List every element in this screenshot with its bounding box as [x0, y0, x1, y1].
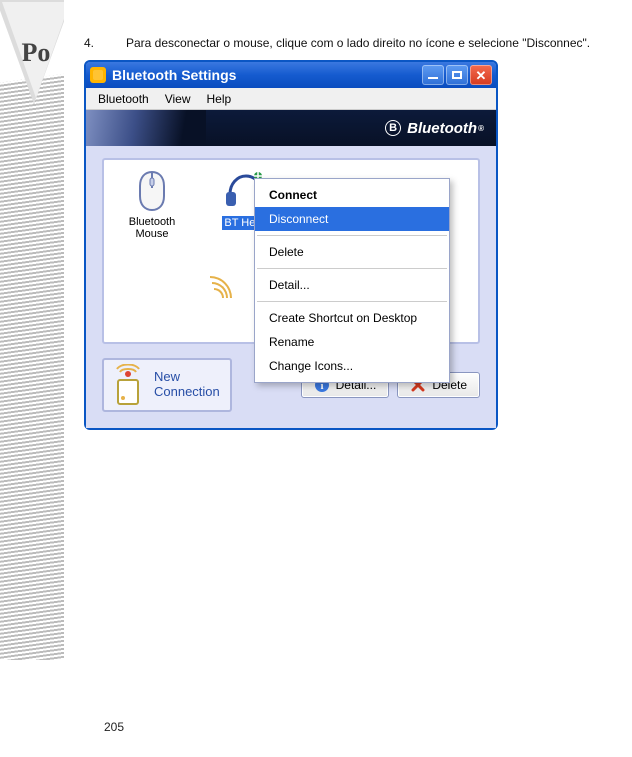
app-icon: [90, 67, 106, 83]
page-number: 205: [104, 720, 124, 734]
menu-view[interactable]: View: [159, 90, 197, 108]
ctx-rename[interactable]: Rename: [255, 330, 449, 354]
menu-help[interactable]: Help: [201, 90, 238, 108]
mouse-icon: [128, 170, 176, 212]
ctx-delete[interactable]: Delete: [255, 240, 449, 264]
device-bluetooth-mouse[interactable]: BluetoothMouse: [116, 170, 188, 240]
ctx-create-shortcut[interactable]: Create Shortcut on Desktop: [255, 306, 449, 330]
ctx-separator: [257, 235, 447, 236]
ctx-separator: [257, 268, 447, 269]
new-connection-label: NewConnection: [154, 370, 220, 400]
context-menu: Connect Disconnect Delete Detail... Crea…: [254, 178, 450, 383]
menu-bluetooth[interactable]: Bluetooth: [92, 90, 155, 108]
instruction-step: 4. Para desconectar o mouse, clique com …: [84, 34, 604, 52]
brand-band: B Bluetooth ®: [86, 110, 496, 146]
new-connection-button[interactable]: NewConnection: [102, 358, 232, 412]
ctx-disconnect[interactable]: Disconnect: [255, 207, 449, 231]
device-label: BluetoothMouse: [116, 216, 188, 240]
window-title: Bluetooth Settings: [112, 67, 236, 83]
page-decoration: Po: [0, 0, 64, 660]
ctx-detail[interactable]: Detail...: [255, 273, 449, 297]
wireless-icon: [110, 364, 146, 406]
bluetooth-settings-window: Bluetooth Settings ✕ Bluetooth View Help…: [84, 60, 498, 430]
brand-text: Bluetooth: [407, 120, 477, 137]
ctx-connect[interactable]: Connect: [255, 183, 449, 207]
logo-po: Po: [22, 38, 51, 68]
minimize-button[interactable]: [422, 65, 444, 85]
device-list-panel: BluetoothMouse BT Head Connect Disconnec…: [102, 158, 480, 344]
close-button[interactable]: ✕: [470, 65, 492, 85]
maximize-button[interactable]: [446, 65, 468, 85]
menubar: Bluetooth View Help: [86, 88, 496, 110]
bluetooth-logo-icon: B: [385, 120, 401, 136]
signal-icon: [212, 258, 238, 298]
step-number: 4.: [84, 34, 102, 52]
registered-mark: ®: [478, 124, 484, 133]
ctx-change-icons[interactable]: Change Icons...: [255, 354, 449, 378]
ctx-separator: [257, 301, 447, 302]
step-text: Para desconectar o mouse, clique com o l…: [126, 34, 604, 52]
titlebar[interactable]: Bluetooth Settings ✕: [86, 62, 496, 88]
